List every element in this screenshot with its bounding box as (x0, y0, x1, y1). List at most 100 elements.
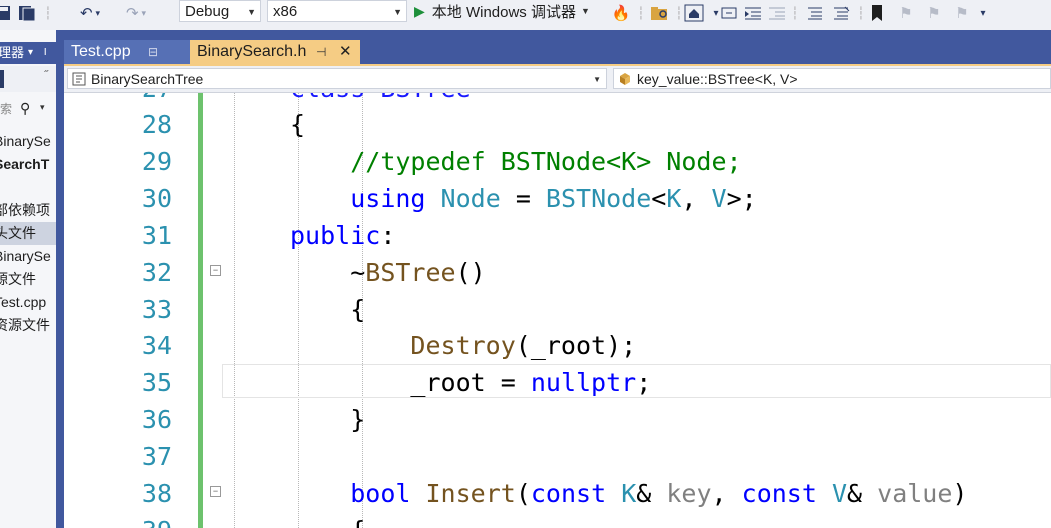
type-param: K (666, 184, 682, 213)
pin-icon[interactable]: ⊣ (316, 40, 326, 64)
save-all-icon[interactable] (18, 2, 36, 24)
uncomment-icon[interactable] (830, 2, 852, 24)
scope-value: BinarySearchTree (91, 70, 204, 87)
chevron-down-icon[interactable]: ▾ (40, 102, 45, 113)
tree-item-label: BinarySe (0, 248, 51, 264)
code-line-38[interactable]: bool Insert(const K& key, const V& value… (290, 476, 967, 512)
punctuation: : (380, 221, 396, 250)
collapse-icon[interactable]: − (210, 265, 221, 276)
search-placeholder: 索 (0, 102, 13, 116)
tree-item[interactable]: 源文件 (0, 268, 56, 291)
operator: = (485, 368, 531, 397)
code-line-30[interactable]: using Node = BSTNode<K, V>; (290, 181, 756, 217)
type-param: V (831, 479, 848, 508)
keyword: nullptr (530, 368, 637, 397)
type-name: Node (440, 184, 501, 213)
code-line-35[interactable]: _root = nullptr; (290, 365, 651, 401)
function-name: Destroy (410, 331, 516, 360)
clear-bookmarks-icon[interactable]: ⚑ (952, 2, 972, 24)
comment-text: //typedef BSTNode<K> Node; (350, 147, 742, 176)
outdent-icon[interactable] (766, 2, 788, 24)
tree-item-label: ┃ (0, 176, 2, 199)
brace: { (350, 295, 366, 324)
solution-explorer-panel: 理器 ▾ Ⅰ ˝ 索 ⚲ ▾ BinarySe SearchT ┃ 部依赖项 头… (0, 30, 56, 528)
punctuation: , (681, 184, 712, 213)
undo-icon[interactable]: ↶ ▾ (78, 2, 102, 24)
step-icon[interactable] (718, 2, 740, 24)
configuration-value: Debug (185, 2, 230, 20)
configuration-dropdown[interactable]: Debug ▼ (179, 0, 261, 22)
home-icon[interactable] (683, 2, 705, 24)
separator-icon: ┆ (791, 6, 799, 20)
tree-item[interactable]: Test.cpp (0, 291, 56, 314)
tree-item[interactable]: 资源文件 (0, 314, 56, 337)
next-bookmark-icon[interactable]: ⚑ (924, 2, 944, 24)
type-param: V (711, 184, 727, 213)
collapse-icon[interactable]: − (210, 486, 221, 497)
line-number: 37 (141, 442, 172, 471)
tree-item[interactable]: BinarySe (0, 130, 56, 153)
toolbar-overflow-icon[interactable]: ˝ (44, 68, 48, 82)
solution-explorer-toolbar: ˝ (0, 66, 56, 92)
code-editor[interactable]: 27 class BSTree 28 { 29 //typedef BSTNod… (64, 93, 1051, 528)
solution-explorer-search[interactable]: 索 ⚲ ▾ (0, 100, 56, 120)
comment-icon[interactable] (804, 2, 826, 24)
bookmark-icon[interactable] (868, 2, 886, 24)
operator: < (651, 184, 667, 213)
toolbar-icon[interactable] (0, 70, 4, 88)
class-icon (618, 72, 632, 86)
previous-bookmark-icon[interactable]: ⚑ (896, 2, 916, 24)
scope-dropdown[interactable]: BinarySearchTree ▼ (67, 68, 607, 89)
operator: & (636, 479, 667, 508)
search-icon[interactable]: ⚲ (20, 100, 30, 117)
line-number: 28 (141, 110, 172, 139)
type-param: K (621, 479, 637, 508)
panel-options-icon[interactable]: ▾ Ⅰ (28, 42, 51, 64)
save-icon[interactable] (0, 2, 12, 24)
tree-item-label: BinarySe (0, 133, 51, 149)
keyword: bool (350, 479, 411, 508)
tree-item[interactable]: SearchT (0, 153, 56, 176)
code-line-29[interactable]: //typedef BSTNode<K> Node; (290, 144, 742, 180)
code-line-36[interactable]: } (290, 402, 365, 438)
member-dropdown[interactable]: key_value::BSTree<K, V> (613, 68, 1051, 89)
punctuation: ) (952, 479, 968, 508)
code-line-33[interactable]: { (290, 292, 365, 328)
brace: } (350, 405, 366, 434)
panel-splitter[interactable] (56, 30, 64, 528)
tab-test-cpp[interactable]: Test.cpp ⊟ (64, 40, 190, 64)
punctuation: ( (515, 479, 531, 508)
tab-label: Test.cpp (71, 43, 131, 60)
tree-item[interactable]: BinarySe (0, 245, 56, 268)
hot-reload-icon[interactable]: 🔥 (612, 2, 631, 24)
operator: = (500, 184, 546, 213)
keyword: public (290, 221, 381, 250)
separator-icon: ┆ (637, 6, 645, 20)
line-number: 39 (64, 513, 172, 528)
tree-item[interactable]: ┃ (0, 176, 56, 199)
tab-label: BinarySearch.h (197, 43, 307, 60)
code-line-31[interactable]: public: (290, 218, 395, 254)
platform-dropdown[interactable]: x86 ▼ (267, 0, 407, 22)
code-line-39[interactable]: { (290, 513, 365, 528)
tab-binarysearch-h[interactable]: BinarySearch.h ⊣ ✕ (190, 40, 360, 64)
tree-item[interactable]: 头文件 (0, 222, 56, 245)
start-debugging-button[interactable]: ▶ 本地 Windows 调试器 ▼ (414, 0, 590, 22)
code-line-32[interactable]: ~BSTree() (290, 255, 485, 291)
brace: { (350, 516, 365, 528)
chevron-down-icon: ▼ (593, 75, 601, 84)
tree-item[interactable]: 部依赖项 (0, 199, 56, 222)
line-number: 33 (141, 295, 172, 324)
operator: ~ (350, 258, 366, 287)
function-name: BSTree (365, 258, 456, 287)
toolbar-overflow-icon[interactable]: ▾ (976, 2, 990, 24)
redo-icon[interactable]: ↷ ▾ (124, 2, 148, 24)
code-line-34[interactable]: Destroy(_root); (290, 328, 636, 364)
code-line-27[interactable]: class BSTree (290, 93, 471, 107)
code-line-28[interactable]: { (290, 107, 305, 143)
pin-icon[interactable]: ⊟ (148, 40, 158, 64)
find-icon[interactable] (649, 2, 671, 24)
line-number: 27 (64, 93, 172, 107)
close-icon[interactable]: ✕ (339, 40, 352, 64)
indent-icon[interactable] (742, 2, 764, 24)
